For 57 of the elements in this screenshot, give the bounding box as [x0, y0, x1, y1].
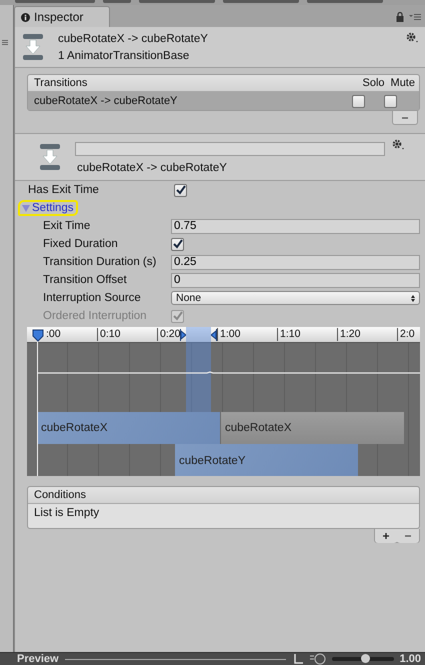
mute-checkbox[interactable]	[384, 94, 397, 108]
speed-slider[interactable]	[332, 657, 394, 661]
clip-bar[interactable]: cubeRotateY	[175, 444, 358, 476]
pivot-icon[interactable]	[292, 653, 304, 665]
start-marker-icon[interactable]	[180, 329, 186, 341]
clip-bar[interactable]: cubeRotateX	[37, 412, 220, 444]
time-label: :00	[45, 328, 61, 341]
end-marker-icon[interactable]	[211, 329, 217, 341]
lock-icon[interactable]	[396, 12, 404, 22]
menu-icon[interactable]	[409, 13, 421, 21]
menu-icon[interactable]	[2, 40, 8, 45]
checkbox[interactable]	[171, 238, 184, 250]
conditions-title: Conditions	[34, 489, 87, 501]
inspector-subtitle: 1 AnimatorTransitionBase	[58, 50, 190, 62]
remove-button[interactable]: −	[392, 111, 418, 125]
transition-row[interactable]: cubeRotateX -> cubeRotateY	[28, 92, 419, 110]
field-label: Exit Time	[43, 220, 92, 232]
time-label: 1:10	[277, 328, 300, 341]
playhead-icon[interactable]	[32, 329, 44, 342]
transition-caption: cubeRotateX -> cubeRotateY	[77, 162, 228, 174]
preview-title: Preview	[17, 653, 59, 665]
updown-icon	[411, 294, 415, 302]
column-header: Solo	[362, 77, 385, 89]
field-label: Transition Offset	[43, 274, 128, 286]
transition-timeline[interactable]: :00 0:10 0:20 1:00 1:10 1:20 2:0 cubeRotateX cubeRotateX cubeRotateY	[27, 327, 420, 476]
time-label: 0:10	[97, 328, 120, 341]
input-field[interactable]: 0.25	[171, 254, 420, 270]
name-field[interactable]	[75, 142, 385, 156]
field-label: Has Exit Time	[27, 184, 100, 196]
solo-checkbox[interactable]	[352, 94, 365, 108]
triangle-icon	[22, 204, 30, 212]
field-label: Fixed Duration	[43, 238, 119, 250]
input-field[interactable]: 0.75	[171, 218, 420, 234]
settings-icon[interactable]	[392, 139, 406, 151]
transition-icon	[39, 142, 61, 172]
inspector-tab[interactable]: Inspector	[14, 6, 110, 27]
clock-icon[interactable]	[310, 653, 326, 665]
time-label: 2:0	[397, 328, 415, 341]
column-header: Mute	[390, 77, 415, 89]
settings-icon[interactable]	[406, 32, 420, 44]
empty-text: List is Empty	[34, 507, 100, 519]
speed-value: 1.00	[400, 653, 421, 665]
inspector-title: cubeRotateX -> cubeRotateY	[58, 32, 209, 44]
dropdown[interactable]: None	[171, 291, 420, 305]
clip-bar[interactable]: cubeRotateX	[221, 412, 404, 444]
input-field[interactable]: 0	[171, 272, 420, 288]
transition-icon	[22, 32, 44, 62]
highlight-mark[interactable]: Settings	[18, 200, 78, 216]
info-icon	[21, 12, 30, 22]
time-label: 1:20	[337, 328, 360, 341]
checkbox[interactable]	[174, 184, 187, 196]
column-header: Transitions	[34, 77, 88, 89]
field-label: Ordered Interruption	[43, 310, 148, 322]
field-label: Interruption Source	[43, 292, 142, 304]
field-label: Transition Duration (s)	[43, 256, 158, 268]
transition-name: cubeRotateX -> cubeRotateY	[34, 95, 178, 107]
slider-thumb[interactable]	[360, 654, 370, 663]
